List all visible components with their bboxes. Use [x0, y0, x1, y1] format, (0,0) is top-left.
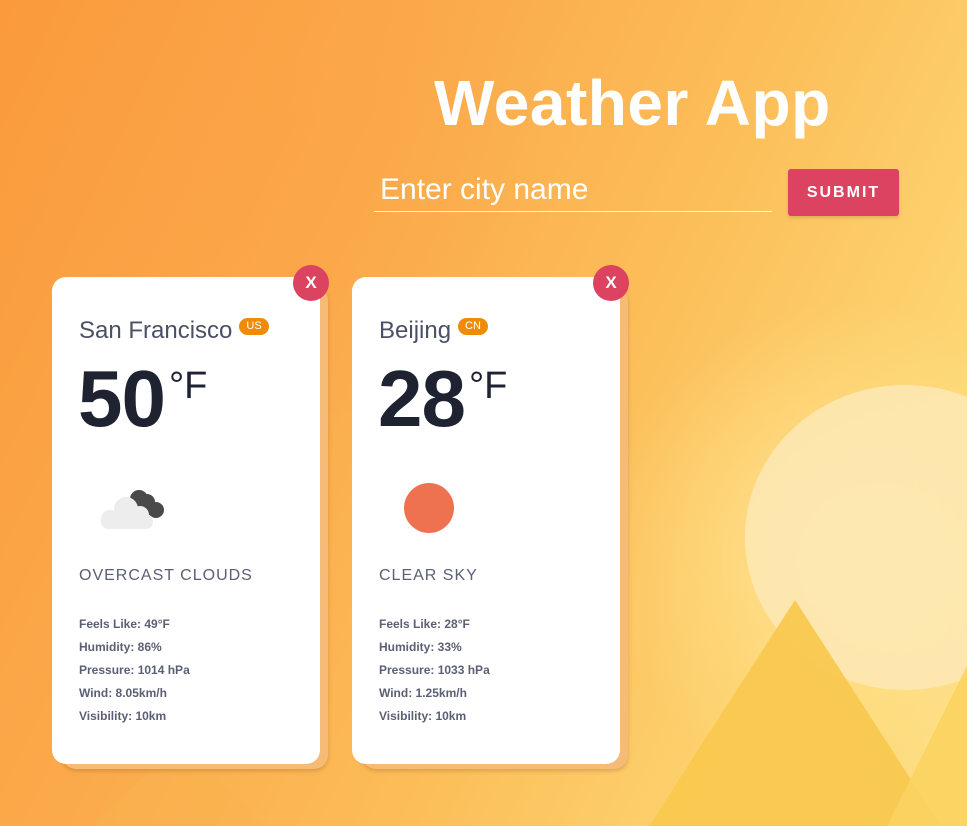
- weather-description: CLEAR SKY: [379, 567, 478, 584]
- pressure: Pressure: 1014 hPa: [79, 663, 190, 677]
- wind: Wind: 8.05km/h: [79, 686, 167, 700]
- weather-card-body: X Beijing CN 28 °F CLEAR SKY Feels Like:…: [352, 265, 629, 764]
- humidity: Humidity: 86%: [79, 640, 162, 654]
- weather-description: OVERCAST CLOUDS: [79, 567, 253, 584]
- temperature-unit: °F: [168, 365, 208, 407]
- weather-card: X San Francisco US 50 °F OVERCAST CLOUDS…: [52, 265, 329, 769]
- close-card-button[interactable]: X: [293, 265, 329, 301]
- visibility: Visibility: 10km: [379, 709, 467, 723]
- feels-like: Feels Like: 28°F: [379, 617, 470, 631]
- wind: Wind: 1.25km/h: [379, 686, 467, 700]
- overcast-clouds-icon: [101, 490, 164, 529]
- city-name: Beijing: [379, 317, 452, 344]
- temperature-unit: °F: [468, 365, 508, 407]
- humidity: Humidity: 33%: [379, 640, 462, 654]
- weather-card: X Beijing CN 28 °F CLEAR SKY Feels Like:…: [352, 265, 629, 769]
- country-badge: US: [239, 318, 269, 335]
- close-card-button[interactable]: X: [593, 265, 629, 301]
- weather-details: Feels Like: 28°F Humidity: 33% Pressure:…: [379, 617, 490, 732]
- temperature-value: 28: [378, 354, 466, 443]
- city-search-input[interactable]: [374, 168, 772, 212]
- submit-button[interactable]: SUBMIT: [788, 169, 899, 216]
- weather-card-body: X San Francisco US 50 °F OVERCAST CLOUDS…: [52, 265, 329, 764]
- background-mountain: [880, 620, 967, 826]
- country-badge: CN: [458, 318, 488, 335]
- weather-details: Feels Like: 49°F Humidity: 86% Pressure:…: [79, 617, 190, 732]
- page-title: Weather App: [434, 67, 831, 139]
- visibility: Visibility: 10km: [79, 709, 167, 723]
- city-name: San Francisco: [79, 317, 233, 344]
- feels-like: Feels Like: 49°F: [79, 617, 170, 631]
- temperature-value: 50: [78, 354, 166, 443]
- pressure: Pressure: 1033 hPa: [379, 663, 490, 677]
- clear-sky-sun-icon: [404, 483, 454, 533]
